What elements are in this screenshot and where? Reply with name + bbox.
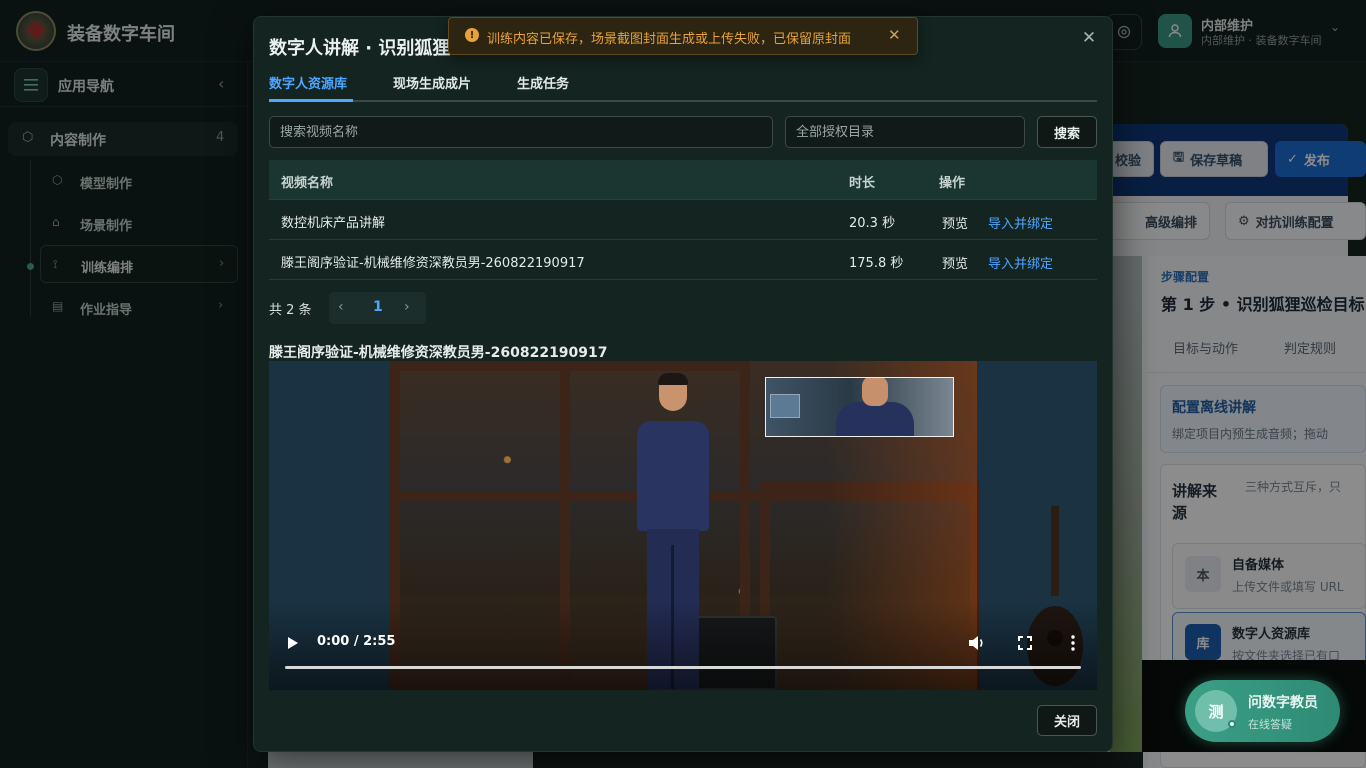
more-options-icon[interactable] [1070, 635, 1076, 651]
picture-in-picture [765, 377, 954, 437]
close-icon[interactable]: ✕ [1080, 28, 1098, 48]
tab-active-indicator [269, 99, 353, 102]
tab-underline [269, 100, 1097, 102]
tab-live-generate[interactable]: 现场生成成片 [393, 73, 471, 92]
video-preview-title: 滕王阁序验证-机械维修资深教员男-260822190917 [269, 345, 608, 361]
video-duration: 20.3 秒 [849, 216, 896, 231]
total-count: 共 2 条 [269, 303, 312, 318]
warning-icon: ! [465, 28, 479, 42]
tab-generate-tasks[interactable]: 生成任务 [517, 73, 569, 92]
video-progress-bar[interactable] [285, 666, 1081, 669]
assistant-title[interactable]: 问数字教员 [1248, 692, 1318, 712]
video-player[interactable]: 0:00 / 2:55 [269, 361, 1097, 690]
prev-page-icon[interactable]: ‹ [338, 299, 344, 315]
table-header [269, 160, 1097, 200]
column-header-action: 操作 [939, 176, 966, 191]
next-page-icon[interactable]: › [404, 299, 410, 315]
close-button[interactable]: 关闭 [1037, 705, 1097, 736]
preview-button[interactable]: 预览 [942, 253, 968, 272]
video-duration: 175.8 秒 [849, 256, 904, 271]
fullscreen-icon[interactable] [1018, 636, 1032, 650]
table-row [269, 200, 1097, 240]
video-search-input[interactable] [269, 116, 773, 148]
page-number[interactable]: 1 [373, 299, 383, 315]
import-bind-button[interactable]: 导入并绑定 [988, 213, 1053, 232]
preview-button[interactable]: 预览 [942, 213, 968, 232]
video-name: 滕王阁序验证-机械维修资深教员男-260822190917 [281, 256, 585, 271]
catalog-select[interactable] [785, 116, 1025, 148]
column-header-duration: 时长 [849, 176, 876, 191]
video-name: 数控机床产品讲解 [281, 216, 386, 231]
close-icon[interactable]: ✕ [888, 26, 901, 44]
volume-icon[interactable] [968, 635, 986, 651]
online-status-dot [1228, 720, 1236, 728]
toast-message: 训练内容已保存，场景截图封面生成或上传失败，已保留原封面 [487, 32, 852, 47]
modal-title: 数字人讲解 · 识别狐狸 [269, 38, 451, 59]
search-button[interactable]: 搜索 [1037, 116, 1097, 148]
import-bind-button[interactable]: 导入并绑定 [988, 253, 1053, 272]
column-header-name: 视频名称 [281, 176, 334, 191]
assistant-subtitle: 在线答疑 [1248, 718, 1292, 731]
tab-resource-library[interactable]: 数字人资源库 [269, 73, 347, 92]
play-icon[interactable] [287, 636, 299, 650]
video-time: 0:00 / 2:55 [317, 634, 396, 649]
